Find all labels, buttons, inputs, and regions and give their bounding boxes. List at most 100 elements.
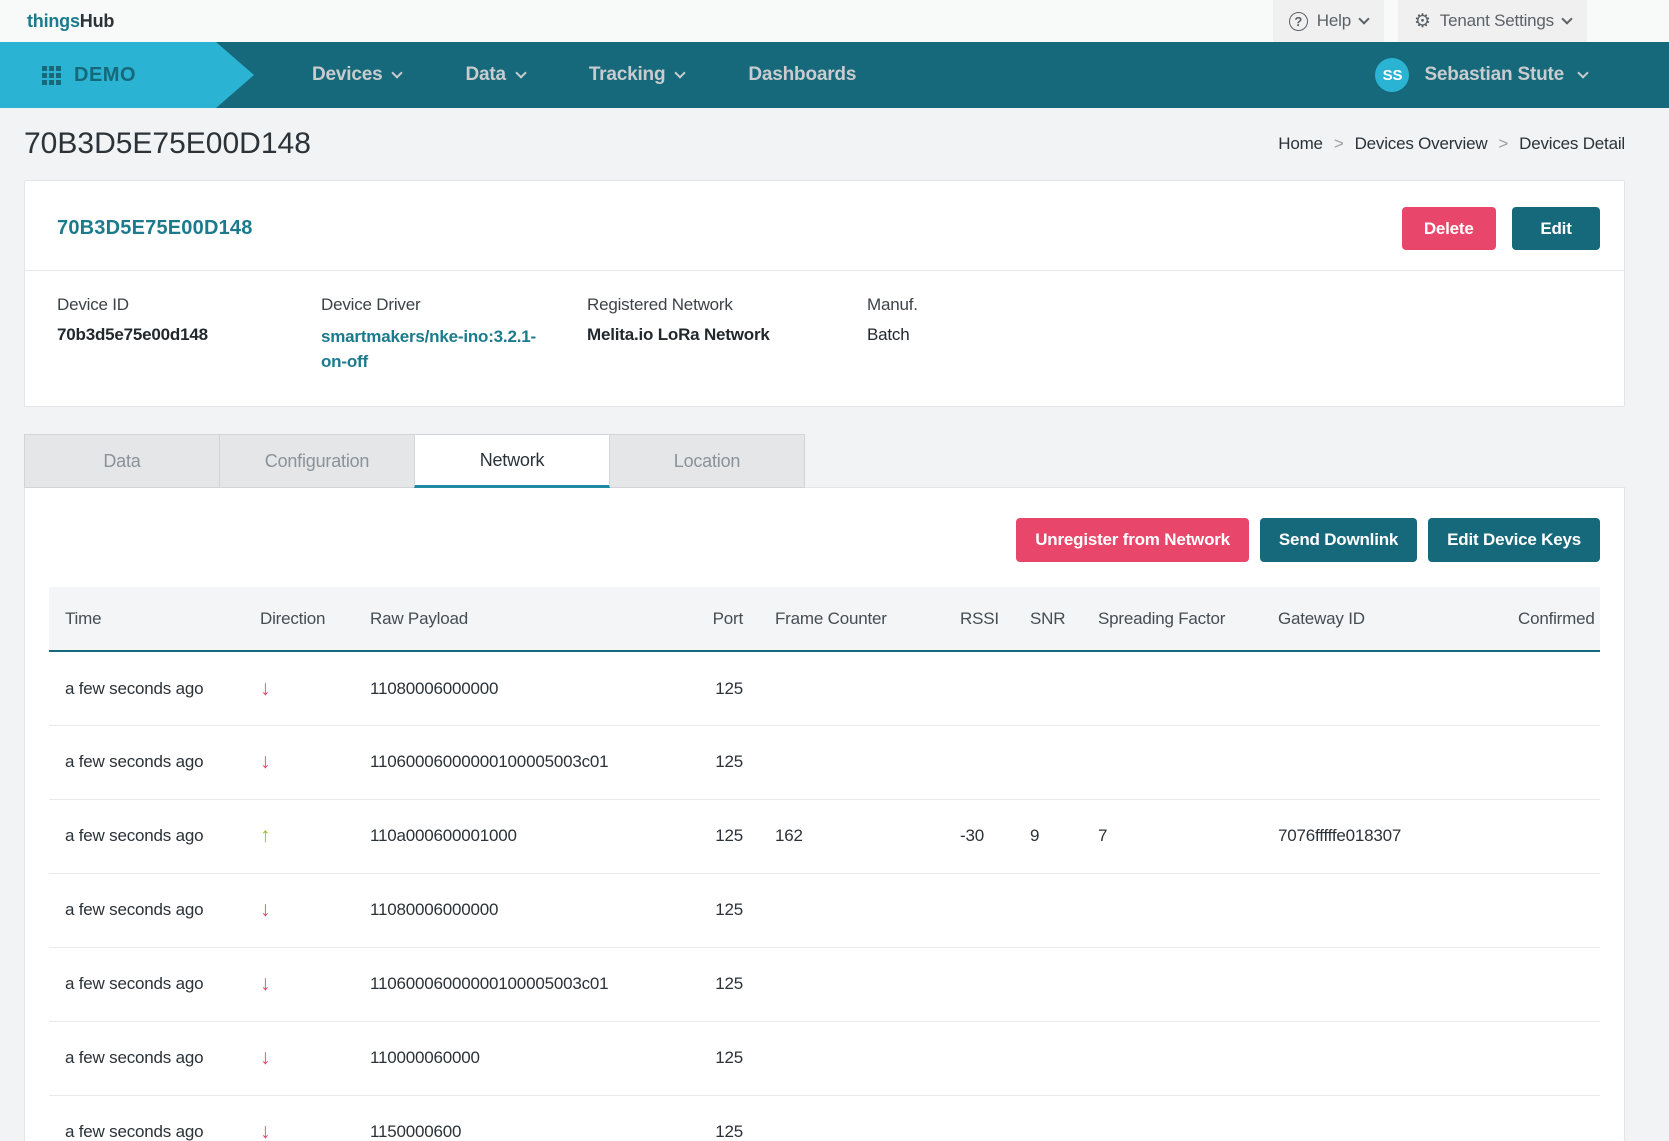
cell-frame-counter: [759, 651, 944, 725]
tab-data[interactable]: Data: [24, 434, 220, 488]
cell-rssi: [944, 725, 1014, 799]
cell-time: a few seconds ago: [49, 799, 244, 873]
cell-direction: ↓: [244, 873, 354, 947]
cell-port: 125: [674, 651, 759, 725]
cell-spreading-factor: [1082, 947, 1262, 1021]
cell-confirmed: [1502, 799, 1600, 873]
logo-part-things: things: [27, 11, 80, 31]
table-row[interactable]: a few seconds ago↓110000060000125: [49, 1021, 1600, 1095]
cell-raw-payload: 110a000600001000: [354, 799, 674, 873]
cell-raw-payload: 11060006000000100005003c01: [354, 947, 674, 1021]
nav-items: Devices Data Tracking Dashboards: [312, 42, 856, 108]
cell-snr: [1014, 1021, 1082, 1095]
cell-confirmed: [1502, 873, 1600, 947]
page-content: 70B3D5E75E00D148 Home > Devices Overview > D…: [0, 108, 1669, 1141]
help-menu[interactable]: ? Help: [1273, 0, 1384, 42]
down-arrow-icon: ↓: [260, 898, 270, 921]
tab-network[interactable]: Network: [414, 434, 610, 488]
cell-time: a few seconds ago: [49, 1095, 244, 1141]
field-label: Device Driver: [321, 295, 587, 315]
nav-item-data[interactable]: Data: [465, 64, 524, 86]
cell-direction: ↓: [244, 947, 354, 1021]
cell-snr: [1014, 1095, 1082, 1141]
cell-rssi: -30: [944, 799, 1014, 873]
page-title: 70B3D5E75E00D148: [24, 127, 311, 161]
field-value: Batch: [867, 325, 1600, 345]
device-summary-card: 70B3D5E75E00D148 Delete Edit Device ID 70…: [24, 180, 1625, 407]
table-row[interactable]: a few seconds ago↓1106000600000010000500…: [49, 947, 1600, 1021]
field-label: Registered Network: [587, 295, 867, 315]
thingshub-logo[interactable]: thingsHub: [27, 11, 114, 32]
breadcrumb-separator: >: [1498, 134, 1508, 154]
field-device-id: Device ID 70b3d5e75e00d148: [57, 295, 321, 374]
cell-frame-counter: [759, 1021, 944, 1095]
table-row[interactable]: a few seconds ago↓1150000600125: [49, 1095, 1600, 1141]
field-label: Device ID: [57, 295, 321, 315]
cell-rssi: [944, 651, 1014, 725]
edit-device-keys-button[interactable]: Edit Device Keys: [1428, 518, 1600, 562]
table-body: a few seconds ago↓11080006000000125a few…: [49, 651, 1600, 1141]
cell-frame-counter: [759, 947, 944, 1021]
gear-icon: ⚙: [1414, 12, 1431, 31]
cell-direction: ↓: [244, 1021, 354, 1095]
avatar: SS: [1375, 58, 1409, 92]
edit-button[interactable]: Edit: [1512, 207, 1600, 250]
cell-port: 125: [674, 1095, 759, 1141]
breadcrumb-separator: >: [1334, 134, 1344, 154]
nav-item-tracking[interactable]: Tracking: [589, 64, 685, 86]
cell-snr: [1014, 725, 1082, 799]
device-card-header: 70B3D5E75E00D148 Delete Edit: [25, 181, 1624, 271]
cell-time: a few seconds ago: [49, 1021, 244, 1095]
cell-snr: 9: [1014, 799, 1082, 873]
user-menu[interactable]: SS Sebastian Stute: [1375, 42, 1669, 108]
tenant-settings-menu[interactable]: ⚙ Tenant Settings: [1398, 0, 1587, 42]
column-header-raw-payload: Raw Payload: [354, 587, 674, 651]
cell-gateway-id: [1262, 651, 1502, 725]
cell-snr: [1014, 651, 1082, 725]
nav-item-dashboards[interactable]: Dashboards: [748, 64, 856, 86]
field-value[interactable]: smartmakers/nke-ino:3.2.1-on-off: [321, 325, 556, 374]
field-label: Manuf.: [867, 295, 1600, 315]
table-row[interactable]: a few seconds ago↑110a000600001000125162…: [49, 799, 1600, 873]
send-downlink-button[interactable]: Send Downlink: [1260, 518, 1417, 562]
nav-item-devices[interactable]: Devices: [312, 64, 401, 86]
app-screen: thingsHub ? Help ⚙ Tenant Settings DEMO …: [0, 0, 1669, 1141]
cell-frame-counter: 162: [759, 799, 944, 873]
cell-rssi: [944, 1021, 1014, 1095]
unregister-from-network-button[interactable]: Unregister from Network: [1016, 518, 1249, 562]
breadcrumb-item-devices-overview[interactable]: Devices Overview: [1355, 134, 1488, 154]
delete-button[interactable]: Delete: [1402, 207, 1496, 250]
cell-direction: ↓: [244, 651, 354, 725]
cell-port: 125: [674, 799, 759, 873]
network-actions: Unregister from NetworkSend DownlinkEdit…: [49, 518, 1600, 562]
table-header-row: TimeDirectionRaw PayloadPortFrame Counte…: [49, 587, 1600, 651]
cell-gateway-id: 7076fffffe018307: [1262, 799, 1502, 873]
column-header-frame-counter: Frame Counter: [759, 587, 944, 651]
nav-item-label: Dashboards: [748, 64, 856, 86]
table-row[interactable]: a few seconds ago↓11080006000000125: [49, 873, 1600, 947]
cell-raw-payload: 11080006000000: [354, 873, 674, 947]
cell-port: 125: [674, 947, 759, 1021]
chevron-down-icon: [675, 67, 686, 78]
cell-frame-counter: [759, 1095, 944, 1141]
table-row[interactable]: a few seconds ago↓1106000600000010000500…: [49, 725, 1600, 799]
main-navbar: DEMO Devices Data Tracking Dashboards SS Se…: [0, 42, 1669, 108]
chevron-down-icon: [1577, 67, 1588, 78]
tab-configuration[interactable]: Configuration: [219, 434, 415, 488]
cell-snr: [1014, 947, 1082, 1021]
breadcrumb-item-home[interactable]: Home: [1278, 134, 1323, 154]
table-row[interactable]: a few seconds ago↓11080006000000125: [49, 651, 1600, 725]
tenant-switcher-demo[interactable]: DEMO: [0, 42, 254, 108]
cell-raw-payload: 1150000600: [354, 1095, 674, 1141]
device-name: 70B3D5E75E00D148: [57, 217, 253, 240]
column-header-snr: SNR: [1014, 587, 1082, 651]
tab-location[interactable]: Location: [609, 434, 805, 488]
cell-direction: ↓: [244, 725, 354, 799]
field-value: 70b3d5e75e00d148: [57, 325, 321, 345]
topbar-right: ? Help ⚙ Tenant Settings: [1273, 0, 1669, 42]
cell-gateway-id: [1262, 725, 1502, 799]
column-header-gateway-id: Gateway ID: [1262, 587, 1502, 651]
field-manuf: Manuf. Batch: [867, 295, 1600, 374]
cell-spreading-factor: 7: [1082, 799, 1262, 873]
cell-gateway-id: [1262, 1095, 1502, 1141]
